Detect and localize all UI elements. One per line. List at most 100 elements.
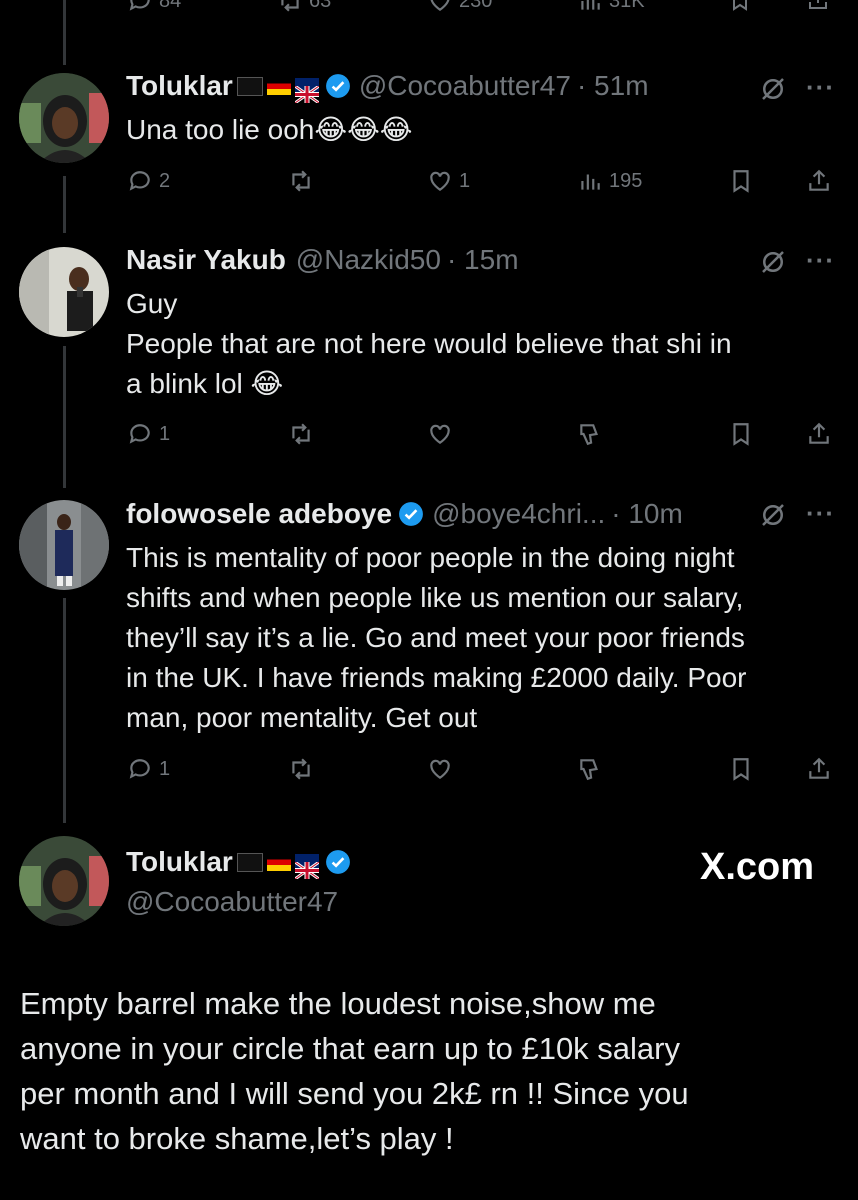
grok-icon[interactable]: [758, 74, 788, 104]
text-line: People that are not here would believe t…: [126, 328, 732, 359]
bookmark-icon[interactable]: [728, 168, 754, 194]
avatar-photo: [19, 247, 109, 337]
reply-count: 1: [159, 422, 171, 445]
repost-icon: [292, 758, 310, 780]
x-watermark: X.com: [700, 846, 815, 888]
downvote-button[interactable]: [577, 421, 603, 447]
bookmark-icon[interactable]: [728, 0, 752, 12]
repost-button[interactable]: 63: [277, 0, 331, 14]
uk-flag-icon: [293, 77, 320, 104]
handle[interactable]: @boye4chri...: [432, 498, 605, 530]
handle[interactable]: @Cocoabutter47: [126, 886, 338, 918]
more-options-icon[interactable]: ···: [806, 498, 835, 529]
heart-icon: [430, 171, 450, 191]
reply-icon: [129, 171, 150, 191]
text-line: want to broke shame,let’s play !: [20, 1121, 454, 1156]
share-icon[interactable]: [806, 0, 830, 12]
views-count: 31K: [609, 0, 645, 12]
reply-count: 84: [159, 0, 182, 12]
display-name[interactable]: Toluklar: [126, 70, 233, 102]
germany-flag-icon: [266, 853, 291, 871]
like-button[interactable]: [427, 756, 453, 782]
handle[interactable]: @Nazkid50: [296, 244, 441, 276]
like-button[interactable]: [427, 421, 453, 447]
bookmark-icon[interactable]: [728, 756, 754, 782]
handle[interactable]: @Cocoabutter47: [359, 70, 571, 102]
avatar[interactable]: [19, 247, 109, 337]
repost-button[interactable]: [288, 756, 314, 782]
timestamp[interactable]: · 10m: [611, 498, 683, 530]
text-line: This is mentality of poor people in the …: [126, 542, 735, 573]
display-name[interactable]: Toluklar: [126, 846, 233, 878]
views-icon: [581, 174, 600, 190]
reply-icon: [129, 424, 150, 444]
avatar[interactable]: [19, 836, 109, 926]
post-header: Toluklar: [126, 846, 351, 880]
share-icon[interactable]: [806, 168, 832, 194]
repost-count: 63: [309, 0, 332, 12]
reply-text: This is mentality of poor people in the …: [126, 538, 747, 738]
bookmark-icon[interactable]: [728, 421, 754, 447]
verified-badge-icon: [325, 74, 350, 98]
downvote-button[interactable]: [577, 756, 603, 782]
reply-icon: [129, 0, 150, 11]
avatar[interactable]: [19, 73, 109, 163]
like-count: 1: [459, 169, 471, 192]
text-line: in the UK. I have friends making £2000 d…: [126, 662, 747, 693]
share-icon[interactable]: [806, 756, 832, 782]
avatar-photo: [19, 73, 109, 163]
reply-header: Toluklar @Cocoabutter47 · 51m: [126, 70, 649, 104]
share-icon[interactable]: [806, 421, 832, 447]
more-options-icon[interactable]: ···: [806, 72, 835, 103]
text-line: they’ll say it’s a lie. Go and meet your…: [126, 622, 745, 653]
verified-badge-icon: [399, 502, 423, 526]
display-name[interactable]: Nasir Yakub: [126, 244, 286, 276]
like-button[interactable]: 1: [427, 168, 470, 194]
text-line: shifts and when people like us mention o…: [126, 582, 744, 613]
germany-flag-icon: [266, 77, 291, 95]
reply-count: 1: [159, 757, 171, 780]
grok-icon[interactable]: [758, 500, 788, 530]
text-line: a blink lol 😂: [126, 368, 284, 399]
uk-flag-icon: [293, 853, 320, 880]
repost-icon: [292, 423, 310, 445]
views-icon: [581, 0, 600, 10]
downvote-icon: [580, 424, 598, 446]
text-line: per month and I will send you 2k£ rn !! …: [20, 1076, 689, 1111]
reply-header: Nasir Yakub @Nazkid50 · 15m: [126, 244, 519, 276]
like-button[interactable]: 230: [427, 0, 492, 14]
avatar[interactable]: [19, 500, 109, 590]
more-options-icon[interactable]: ···: [806, 245, 835, 276]
repost-button[interactable]: [288, 168, 314, 194]
repost-button[interactable]: [288, 421, 314, 447]
timestamp[interactable]: · 15m: [447, 244, 519, 276]
post-text: Empty barrel make the loudest noise,show…: [20, 981, 689, 1161]
verified-badge-icon: [325, 850, 350, 874]
reply-header: folowosele adeboye @boye4chri... · 10m: [126, 498, 683, 530]
reply-button[interactable]: 1: [127, 421, 170, 447]
like-count: 230: [459, 0, 493, 12]
reply-button[interactable]: 84: [127, 0, 181, 14]
grok-icon[interactable]: [758, 247, 788, 277]
reply-text: Una too lie ooh😂😂😂: [126, 114, 413, 145]
avatar-photo: [19, 500, 109, 590]
reply-count: 2: [159, 169, 171, 192]
reply-button[interactable]: 2: [127, 168, 170, 194]
text-line: man, poor mentality. Get out: [126, 702, 478, 733]
display-name[interactable]: folowosele adeboye: [126, 498, 392, 530]
timestamp[interactable]: · 51m: [577, 70, 649, 102]
views-button[interactable]: 31K: [577, 0, 645, 14]
avatar-photo: [19, 836, 109, 926]
heart-icon: [430, 424, 450, 444]
thread-line: [63, 598, 66, 823]
reply-icon: [129, 759, 150, 779]
heart-icon: [430, 0, 450, 11]
reply-button[interactable]: 1: [127, 756, 170, 782]
views-button[interactable]: 195: [577, 168, 642, 194]
thread-line: [63, 176, 66, 233]
views-count: 195: [609, 169, 643, 192]
text-line: Guy: [126, 288, 178, 319]
black-flag-icon: [236, 76, 263, 96]
repost-icon: [281, 0, 299, 12]
heart-icon: [430, 759, 450, 779]
